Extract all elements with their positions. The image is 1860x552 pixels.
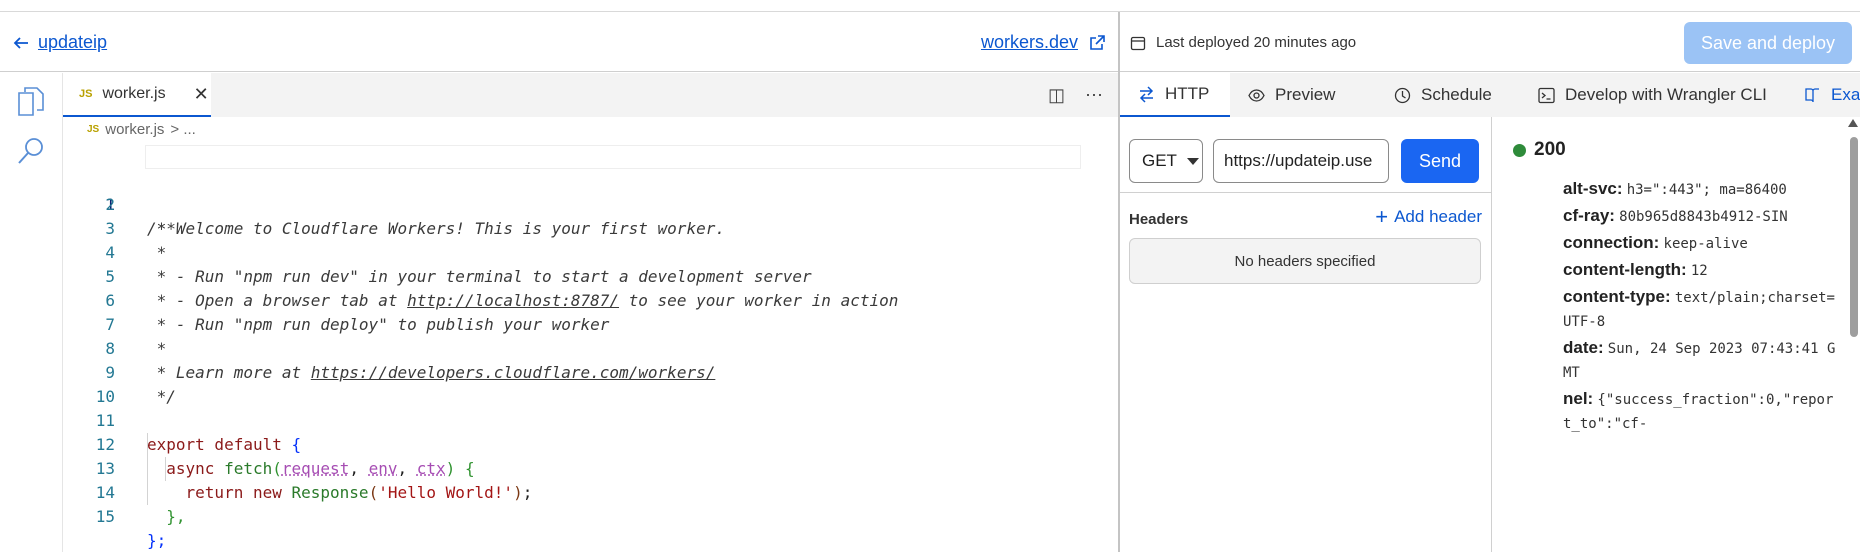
status-code: 200: [1534, 139, 1566, 160]
editor-header: updateip workers.dev: [0, 12, 1118, 72]
closing-brace: },: [166, 507, 186, 526]
response-headers: alt-svc: h3=":443"; ma=86400 cf-ray: 80b…: [1563, 177, 1838, 438]
terminal-icon: [1538, 87, 1555, 103]
tab-label: Develop with Wrangler CLI: [1565, 85, 1767, 104]
response-header: date: Sun, 24 Sep 2023 07:43:41 GMT: [1563, 336, 1838, 385]
response-header: nel: {"success_fraction":0,"report_to":"…: [1563, 387, 1838, 436]
method-value: GET: [1142, 151, 1177, 170]
headers-title: Headers: [1129, 211, 1189, 228]
status-badge: 200: [1513, 139, 1566, 161]
header-value: h3=":443"; ma=86400: [1626, 182, 1787, 198]
tab-label: Exampl: [1831, 85, 1860, 104]
add-header-button[interactable]: + Add header: [1375, 204, 1482, 229]
tab-worker-js[interactable]: JS worker.js ✕: [63, 73, 211, 117]
split-editor-icon[interactable]: ◫: [1048, 85, 1065, 106]
code-line: };: [147, 531, 167, 550]
code-editor[interactable]: JS worker.js ✕ ◫ ⋯ JS worker.js > ... 1 …: [62, 73, 1119, 552]
search-icon[interactable]: [16, 135, 46, 167]
back-link[interactable]: updateip: [12, 32, 107, 53]
breadcrumb-rest[interactable]: > ...: [170, 121, 195, 138]
workers-dev-label: workers.dev: [980, 32, 1078, 52]
response-header: content-length: 12: [1563, 258, 1838, 283]
current-line-highlight: [145, 145, 1081, 169]
code-line: },: [147, 505, 186, 529]
no-headers-message: No headers specified: [1129, 238, 1481, 284]
response-header: alt-svc: h3=":443"; ma=86400: [1563, 177, 1838, 202]
preview-pane: Last deployed 20 minutes ago Save and de…: [1120, 12, 1860, 552]
response-panel: 200 alt-svc: h3=":443"; ma=86400 cf-ray:…: [1493, 117, 1860, 552]
tab-examples[interactable]: Exampl: [1786, 73, 1860, 117]
tab-preview[interactable]: Preview: [1230, 73, 1353, 117]
more-actions-icon[interactable]: ⋯: [1085, 85, 1103, 106]
tab-label: Preview: [1275, 85, 1336, 104]
header-value: 80b965d8843b4912-SIN: [1619, 209, 1788, 225]
plus-icon: +: [1375, 204, 1389, 229]
arrows-swap-icon: [1139, 85, 1154, 103]
header-key: cf-ray:: [1563, 206, 1615, 225]
tab-http[interactable]: HTTP: [1120, 73, 1230, 117]
close-icon[interactable]: ✕: [194, 84, 209, 105]
header-key: nel:: [1563, 389, 1594, 408]
response-header: content-type: text/plain;charset=UTF-8: [1563, 285, 1838, 334]
tab-label: HTTP: [1165, 84, 1210, 103]
scroll-up-icon[interactable]: [1848, 119, 1858, 127]
js-file-icon: JS: [79, 88, 93, 100]
status-dot-icon: [1513, 143, 1526, 157]
files-icon[interactable]: [16, 85, 46, 117]
response-header: connection: keep-alive: [1563, 231, 1838, 256]
external-link-icon: [1090, 34, 1105, 50]
url-input[interactable]: [1213, 139, 1389, 183]
header-key: connection:: [1563, 233, 1660, 252]
tab-actions: ◫ ⋯: [1048, 85, 1103, 106]
code-area[interactable]: 1 /** 2 * Welcome to Cloudflare Workers!…: [63, 145, 1119, 550]
request-panel: GET Send Headers + Add header No headers…: [1120, 117, 1492, 552]
response-header: cf-ray: 80b965d8843b4912-SIN: [1563, 204, 1838, 229]
header-value: keep-alive: [1663, 236, 1748, 252]
tab-wrangler[interactable]: Develop with Wrangler CLI: [1520, 73, 1785, 117]
tab-label: Schedule: [1421, 85, 1492, 104]
top-strip: [0, 0, 1860, 12]
request-bar: GET Send: [1120, 117, 1492, 193]
header-key: date:: [1563, 338, 1604, 357]
js-file-icon: JS: [87, 124, 100, 135]
line-number: 15: [95, 507, 115, 526]
header-key: content-length:: [1563, 260, 1687, 279]
breadcrumb: JS worker.js > ...: [87, 121, 196, 138]
save-and-deploy-button[interactable]: Save and deploy: [1684, 22, 1852, 64]
header-key: alt-svc:: [1563, 179, 1623, 198]
tab-schedule[interactable]: Schedule: [1376, 73, 1510, 117]
scroll-thumb[interactable]: [1850, 137, 1858, 337]
editor-tabbar: JS worker.js ✕ ◫ ⋯: [63, 73, 1119, 117]
send-button[interactable]: Send: [1401, 139, 1479, 183]
book-icon: [1805, 87, 1819, 102]
add-header-label: Add header: [1394, 207, 1482, 226]
eye-icon: [1248, 88, 1265, 102]
last-deployed: Last deployed 20 minutes ago: [1130, 34, 1356, 51]
header-value: {"success_fraction":0,"report_to":"cf-: [1563, 392, 1834, 432]
preview-tabs: HTTP Preview Schedule Develop with Wrang…: [1120, 73, 1860, 117]
calendar-icon: [1130, 36, 1146, 50]
arrow-left-icon: [13, 36, 28, 49]
method-select[interactable]: GET: [1129, 139, 1203, 183]
workers-dev-link[interactable]: workers.dev: [981, 32, 1106, 53]
breadcrumb-file[interactable]: worker.js: [105, 121, 164, 138]
chevron-down-icon: [1186, 157, 1199, 165]
header-value: 12: [1690, 263, 1708, 279]
clock-icon: [1394, 87, 1411, 103]
response-scrollbar[interactable]: [1848, 117, 1860, 552]
header-key: content-type:: [1563, 287, 1671, 306]
deploy-header: Last deployed 20 minutes ago Save and de…: [1120, 12, 1860, 72]
editor-pane: updateip workers.dev JS worker.js ✕ ◫ ⋯ …: [0, 12, 1119, 552]
header-value: Sun, 24 Sep 2023 07:43:41 GMT: [1563, 341, 1836, 381]
back-link-label: updateip: [38, 32, 108, 52]
last-deployed-text: Last deployed 20 minutes ago: [1156, 34, 1357, 51]
activity-bar: [0, 73, 62, 552]
tab-label: worker.js: [102, 85, 166, 102]
